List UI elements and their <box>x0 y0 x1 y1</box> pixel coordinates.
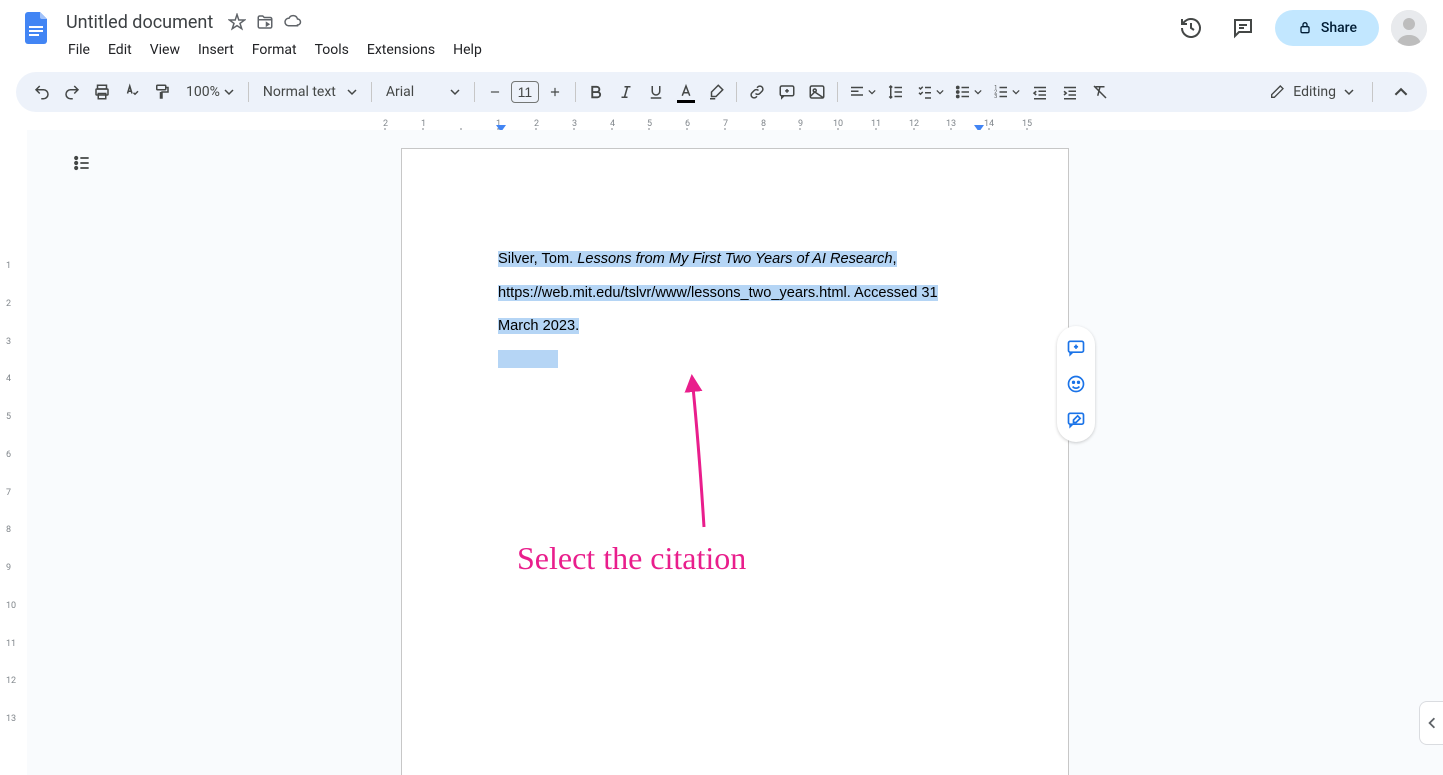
image-button[interactable] <box>803 78 831 106</box>
title-area: Untitled document File Edit View Insert … <box>60 8 1171 62</box>
cloud-status-icon[interactable] <box>283 12 303 32</box>
svg-text:15: 15 <box>1022 119 1032 129</box>
selection-toolbar <box>1057 326 1095 442</box>
numbered-list-button[interactable]: 123 <box>988 78 1024 106</box>
menu-tools[interactable]: Tools <box>307 38 357 62</box>
svg-text:5: 5 <box>647 119 652 129</box>
style-value: Normal text <box>263 84 336 100</box>
text-color-button[interactable] <box>672 78 700 106</box>
history-icon[interactable] <box>1171 8 1211 48</box>
highlight-button[interactable] <box>702 78 730 106</box>
indent-decrease-button[interactable] <box>1026 78 1054 106</box>
redo-button[interactable] <box>58 78 86 106</box>
citation-author: Silver, Tom. <box>498 251 577 267</box>
menu-file[interactable]: File <box>60 38 98 62</box>
menu-extensions[interactable]: Extensions <box>359 38 443 62</box>
selection-trail <box>498 350 558 368</box>
document-body[interactable]: Silver, Tom. Lessons from My First Two Y… <box>498 243 972 377</box>
svg-text:3: 3 <box>994 94 997 100</box>
ruler-vertical[interactable]: 1 2 3 4 5 6 7 8 9 10 11 12 13 <box>0 130 27 775</box>
font-size-increase[interactable] <box>541 78 569 106</box>
bullet-list-button[interactable] <box>950 78 986 106</box>
print-button[interactable] <box>88 78 116 106</box>
header-right: Share <box>1171 8 1427 48</box>
checklist-button[interactable] <box>912 78 948 106</box>
share-label: Share <box>1321 20 1357 36</box>
docs-logo[interactable] <box>16 8 56 48</box>
zoom-value: 100% <box>186 84 220 100</box>
citation-title: Lessons from My First Two Years of AI Re… <box>577 251 892 267</box>
indent-increase-button[interactable] <box>1056 78 1084 106</box>
svg-text:9: 9 <box>798 119 803 129</box>
font-size-decrease[interactable] <box>481 78 509 106</box>
svg-text:3: 3 <box>572 119 577 129</box>
comment-button[interactable] <box>773 78 801 106</box>
menu-format[interactable]: Format <box>244 38 305 62</box>
side-panel-toggle[interactable] <box>1419 701 1443 745</box>
svg-text:7: 7 <box>723 119 728 129</box>
spellcheck-button[interactable] <box>118 78 146 106</box>
star-icon[interactable] <box>227 12 247 32</box>
editing-label: Editing <box>1293 84 1336 100</box>
undo-button[interactable] <box>28 78 56 106</box>
suggest-edit-button[interactable] <box>1060 404 1092 436</box>
zoom-dropdown[interactable]: 100% <box>178 78 242 106</box>
collapse-toolbar-button[interactable] <box>1387 78 1415 106</box>
font-size-input[interactable] <box>511 81 539 103</box>
outline-button[interactable] <box>67 148 97 178</box>
avatar[interactable] <box>1391 10 1427 46</box>
svg-text:8: 8 <box>761 119 766 129</box>
document-area: 1 2 3 4 5 6 7 8 9 10 11 12 13 Silver, To… <box>0 130 1443 775</box>
svg-text:2: 2 <box>534 119 539 129</box>
underline-button[interactable] <box>642 78 670 106</box>
svg-text:6: 6 <box>685 119 690 129</box>
add-comment-button[interactable] <box>1060 332 1092 364</box>
svg-text:1: 1 <box>421 119 426 129</box>
comments-icon[interactable] <box>1223 8 1263 48</box>
menu-view[interactable]: View <box>142 38 188 62</box>
link-button[interactable] <box>743 78 771 106</box>
svg-text:4: 4 <box>610 119 615 129</box>
font-dropdown[interactable]: Arial <box>378 78 468 106</box>
svg-text:10: 10 <box>833 119 843 129</box>
toolbar: 100% Normal text Arial 123 Editing <box>16 72 1427 112</box>
editing-mode-button[interactable]: Editing <box>1257 78 1366 106</box>
clear-format-button[interactable] <box>1086 78 1114 106</box>
document-scroll[interactable]: Silver, Tom. Lessons from My First Two Y… <box>27 130 1443 775</box>
add-emoji-button[interactable] <box>1060 368 1092 400</box>
align-button[interactable] <box>844 78 880 106</box>
share-button[interactable]: Share <box>1275 10 1379 46</box>
bold-button[interactable] <box>582 78 610 106</box>
menu-edit[interactable]: Edit <box>100 38 140 62</box>
svg-text:2: 2 <box>383 119 388 129</box>
menubar: File Edit View Insert Format Tools Exten… <box>60 38 1171 62</box>
document-title[interactable]: Untitled document <box>60 10 219 35</box>
menu-help[interactable]: Help <box>445 38 490 62</box>
header: Untitled document File Edit View Insert … <box>0 0 1443 64</box>
menu-insert[interactable]: Insert <box>190 38 242 62</box>
svg-text:14: 14 <box>984 119 994 129</box>
paint-format-button[interactable] <box>148 78 176 106</box>
page[interactable]: Silver, Tom. Lessons from My First Two Y… <box>401 148 1069 775</box>
svg-text:11: 11 <box>871 119 881 129</box>
svg-text:13: 13 <box>946 119 956 129</box>
line-spacing-button[interactable] <box>882 78 910 106</box>
styles-dropdown[interactable]: Normal text <box>255 78 365 106</box>
italic-button[interactable] <box>612 78 640 106</box>
svg-text:12: 12 <box>909 119 919 129</box>
font-value: Arial <box>386 84 414 100</box>
move-icon[interactable] <box>255 12 275 32</box>
